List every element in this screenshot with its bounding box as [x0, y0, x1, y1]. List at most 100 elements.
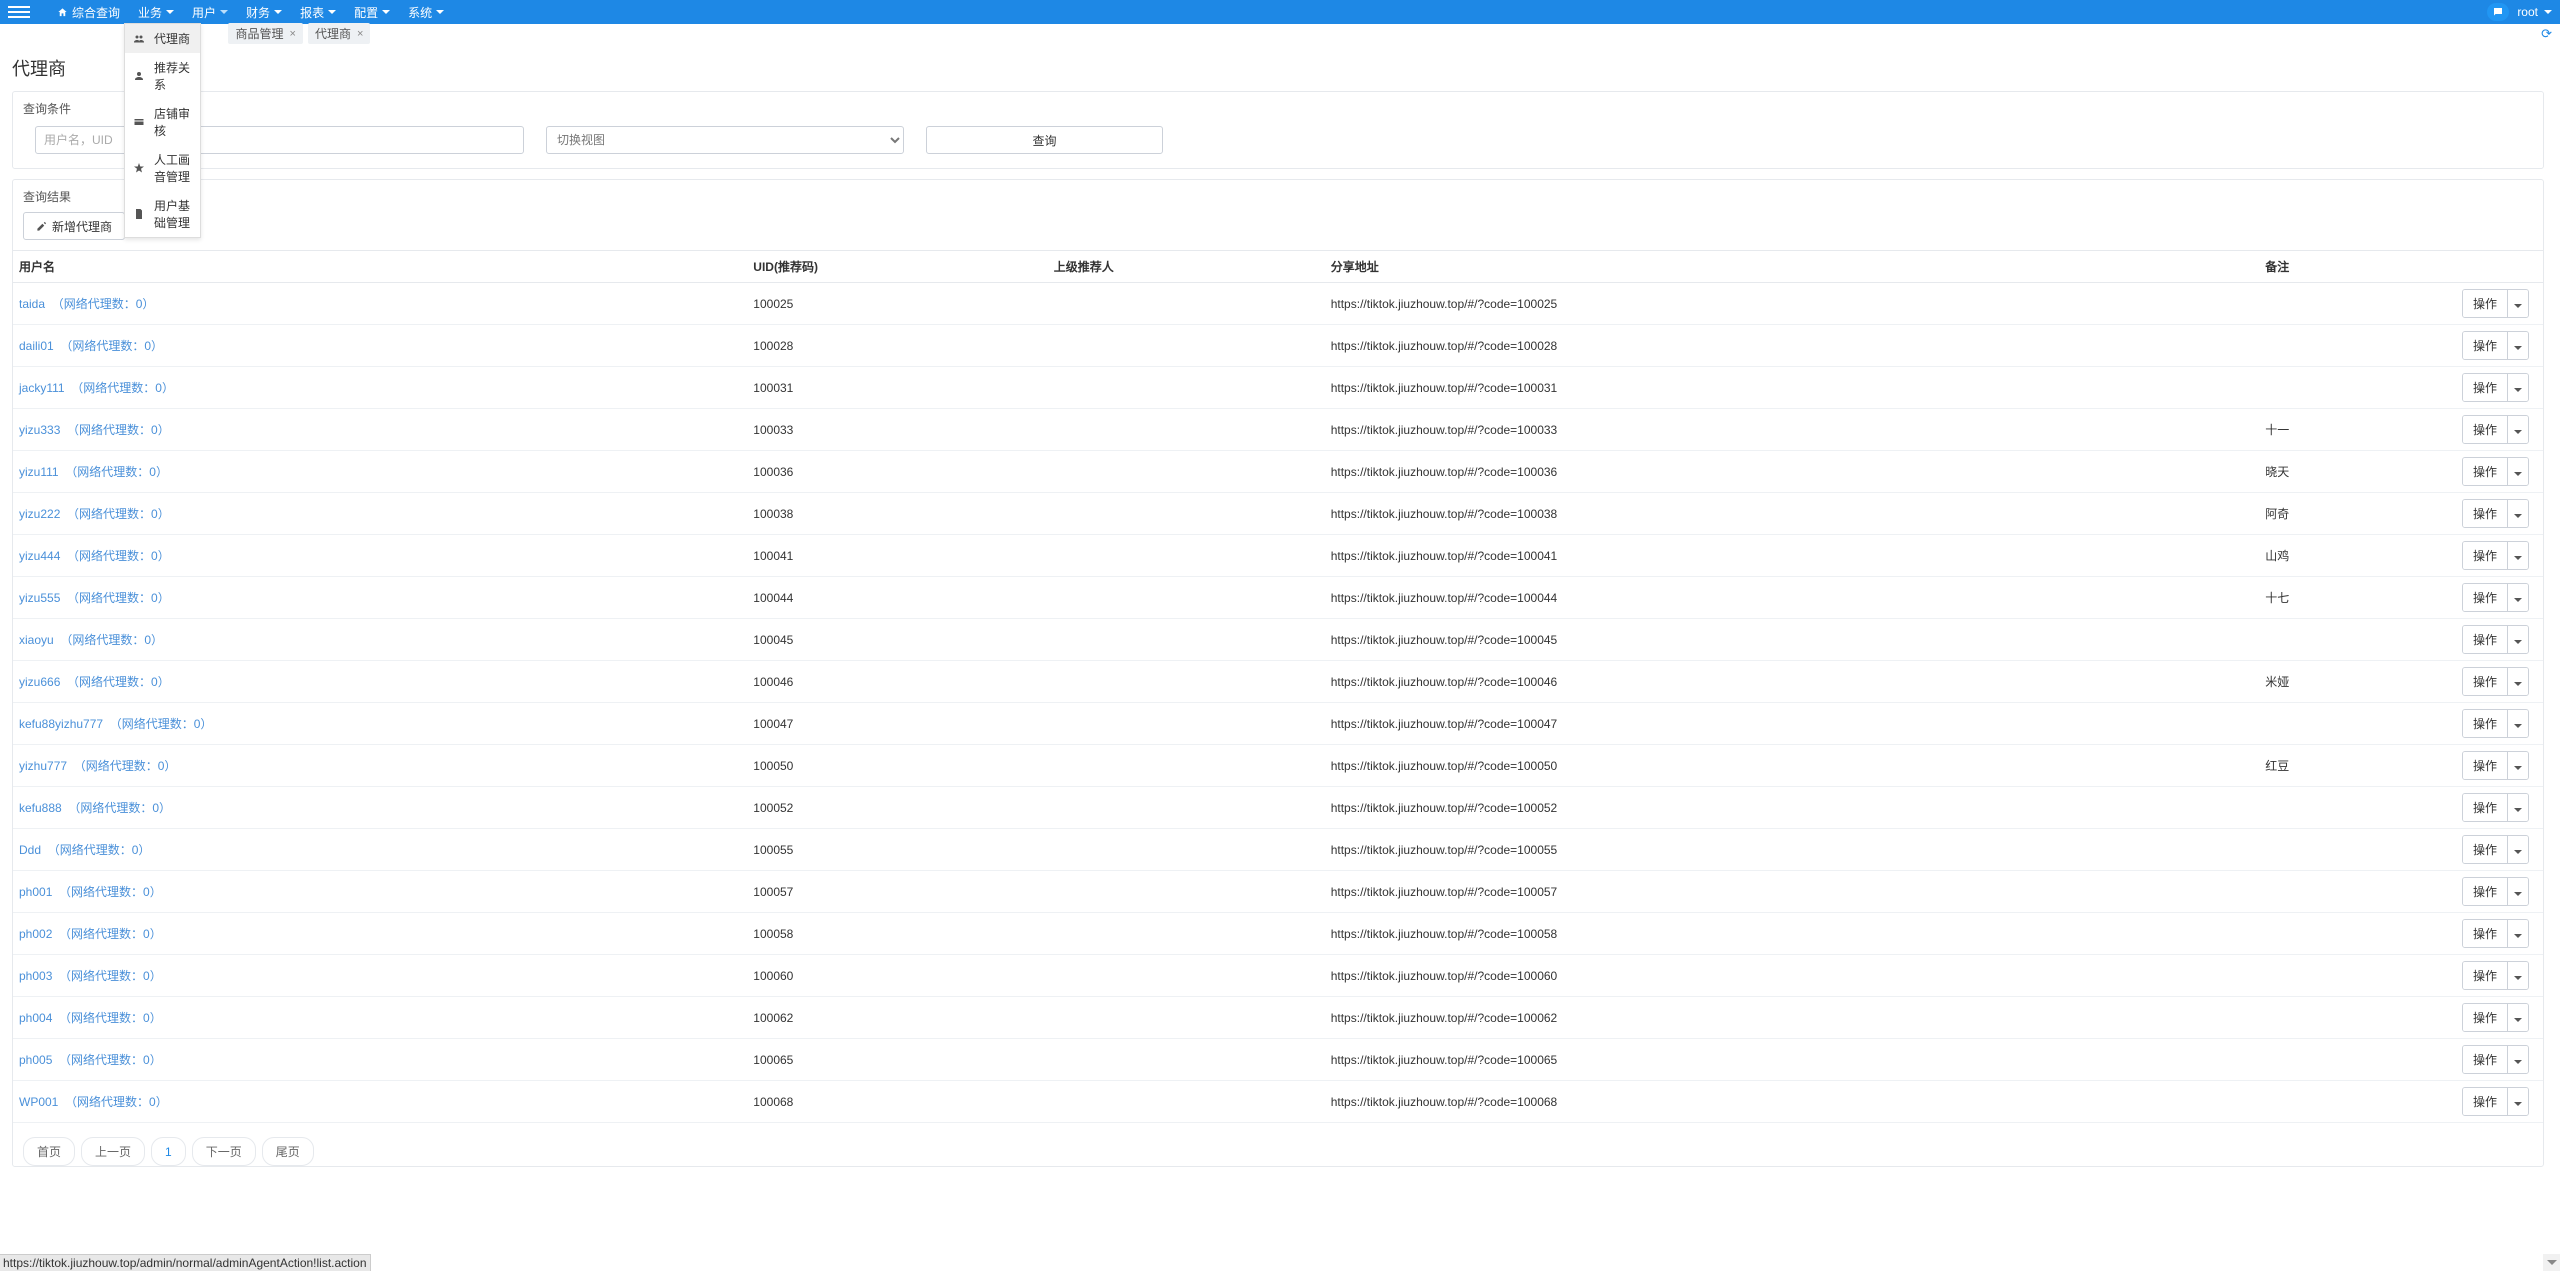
action-button[interactable]: 操作	[2463, 962, 2507, 989]
action-button[interactable]: 操作	[2463, 752, 2507, 779]
page-first[interactable]: 首页	[23, 1137, 75, 1166]
action-button[interactable]: 操作	[2463, 1088, 2507, 1115]
action-button[interactable]: 操作	[2463, 794, 2507, 821]
username-link[interactable]: WP001	[19, 1095, 58, 1109]
dd-referral[interactable]: 推荐关系	[125, 53, 200, 99]
username-link[interactable]: ph001	[19, 885, 52, 899]
table-row: xiaoyu （网络代理数：0）100045https://tiktok.jiu…	[13, 619, 2543, 661]
chat-icon[interactable]	[2487, 3, 2509, 21]
dd-manual-voice[interactable]: 人工画音管理	[125, 145, 200, 191]
username-link[interactable]: ph004	[19, 1011, 52, 1025]
username-link[interactable]: yizu111	[19, 465, 59, 479]
username-link[interactable]: yizhu777	[19, 759, 67, 773]
action-button[interactable]: 操作	[2463, 374, 2507, 401]
action-dropdown[interactable]	[2507, 626, 2528, 653]
close-icon[interactable]: ×	[357, 28, 363, 40]
action-button[interactable]: 操作	[2463, 1004, 2507, 1031]
add-agent-button[interactable]: 新增代理商	[23, 212, 125, 240]
tab-agent[interactable]: 代理商×	[308, 23, 370, 44]
nav-system[interactable]: 系统	[399, 4, 453, 21]
action-button[interactable]: 操作	[2463, 500, 2507, 527]
action-dropdown[interactable]	[2507, 710, 2528, 737]
username-link[interactable]: yizu333	[19, 423, 60, 437]
username-link[interactable]: jacky111	[19, 381, 65, 395]
refresh-icon[interactable]: ⟳	[2541, 26, 2552, 42]
action-dropdown[interactable]	[2507, 1046, 2528, 1073]
uid-cell: 100055	[747, 829, 1047, 871]
action-button[interactable]: 操作	[2463, 542, 2507, 569]
dd-shop-audit[interactable]: 店铺审核	[125, 99, 200, 145]
username-link[interactable]: yizu444	[19, 549, 60, 563]
action-dropdown[interactable]	[2507, 584, 2528, 611]
username-link[interactable]: kefu88yizhu777	[19, 717, 103, 731]
action-dropdown[interactable]	[2507, 1088, 2528, 1115]
action-dropdown[interactable]	[2507, 290, 2528, 317]
action-dropdown[interactable]	[2507, 920, 2528, 947]
url-cell: https://tiktok.jiuzhouw.top/#/?code=1000…	[1325, 829, 2260, 871]
username-link[interactable]: kefu888	[19, 801, 62, 815]
username-link[interactable]: xiaoyu	[19, 633, 54, 647]
agent-count: （网络代理数：0）	[59, 885, 162, 899]
dd-user-base[interactable]: 用户基础管理	[125, 191, 200, 237]
action-button[interactable]: 操作	[2463, 626, 2507, 653]
username-link[interactable]: yizu555	[19, 591, 60, 605]
page-prev[interactable]: 上一页	[81, 1137, 145, 1166]
username-link[interactable]: ph005	[19, 1053, 52, 1067]
action-button[interactable]: 操作	[2463, 584, 2507, 611]
action-dropdown[interactable]	[2507, 500, 2528, 527]
action-dropdown[interactable]	[2507, 1004, 2528, 1031]
agent-count: （网络代理数：0）	[65, 465, 168, 479]
scroll-down-icon[interactable]	[2543, 1254, 2560, 1271]
username-link[interactable]: yizu666	[19, 675, 60, 689]
action-dropdown[interactable]	[2507, 752, 2528, 779]
page-current[interactable]: 1	[151, 1137, 186, 1166]
action-button[interactable]: 操作	[2463, 332, 2507, 359]
action-dropdown[interactable]	[2507, 878, 2528, 905]
nav-home[interactable]: 综合查询	[48, 4, 129, 21]
action-button[interactable]: 操作	[2463, 416, 2507, 443]
action-button[interactable]: 操作	[2463, 836, 2507, 863]
page-next[interactable]: 下一页	[192, 1137, 256, 1166]
action-dropdown[interactable]	[2507, 416, 2528, 443]
action-dropdown[interactable]	[2507, 962, 2528, 989]
action-button[interactable]: 操作	[2463, 710, 2507, 737]
username-link[interactable]: yizu222	[19, 507, 60, 521]
view-select[interactable]: 切换视图	[546, 126, 904, 154]
username-link[interactable]: taida	[19, 297, 45, 311]
caret-down-icon	[2514, 1060, 2522, 1064]
nav-business[interactable]: 业务	[129, 4, 183, 21]
nav-user[interactable]: 用户	[183, 4, 237, 21]
action-button[interactable]: 操作	[2463, 458, 2507, 485]
close-icon[interactable]: ×	[290, 28, 296, 40]
agent-count: （网络代理数：0）	[71, 381, 174, 395]
table-row: yizu444 （网络代理数：0）100041https://tiktok.ji…	[13, 535, 2543, 577]
page-last[interactable]: 尾页	[262, 1137, 314, 1166]
action-dropdown[interactable]	[2507, 458, 2528, 485]
query-button[interactable]: 查询	[926, 126, 1163, 154]
action-dropdown[interactable]	[2507, 332, 2528, 359]
superior-cell	[1048, 1039, 1325, 1081]
action-dropdown[interactable]	[2507, 836, 2528, 863]
dd-agent[interactable]: 代理商	[125, 24, 200, 53]
action-button[interactable]: 操作	[2463, 920, 2507, 947]
action-button[interactable]: 操作	[2463, 290, 2507, 317]
username-link[interactable]: daili01	[19, 339, 54, 353]
action-dropdown[interactable]	[2507, 668, 2528, 695]
search-input[interactable]	[35, 126, 524, 154]
nav-report[interactable]: 报表	[291, 4, 345, 21]
action-dropdown[interactable]	[2507, 794, 2528, 821]
action-button[interactable]: 操作	[2463, 1046, 2507, 1073]
action-dropdown[interactable]	[2507, 374, 2528, 401]
username-link[interactable]: ph002	[19, 927, 52, 941]
nav-config[interactable]: 配置	[345, 4, 399, 21]
action-button[interactable]: 操作	[2463, 878, 2507, 905]
superior-cell	[1048, 955, 1325, 997]
menu-toggle-icon[interactable]	[8, 1, 30, 23]
nav-finance[interactable]: 财务	[237, 4, 291, 21]
username-link[interactable]: ph003	[19, 969, 52, 983]
user-menu[interactable]: root	[2517, 5, 2552, 19]
action-button[interactable]: 操作	[2463, 668, 2507, 695]
action-dropdown[interactable]	[2507, 542, 2528, 569]
tab-product[interactable]: 商品管理×	[228, 23, 302, 44]
username-link[interactable]: Ddd	[19, 843, 41, 857]
